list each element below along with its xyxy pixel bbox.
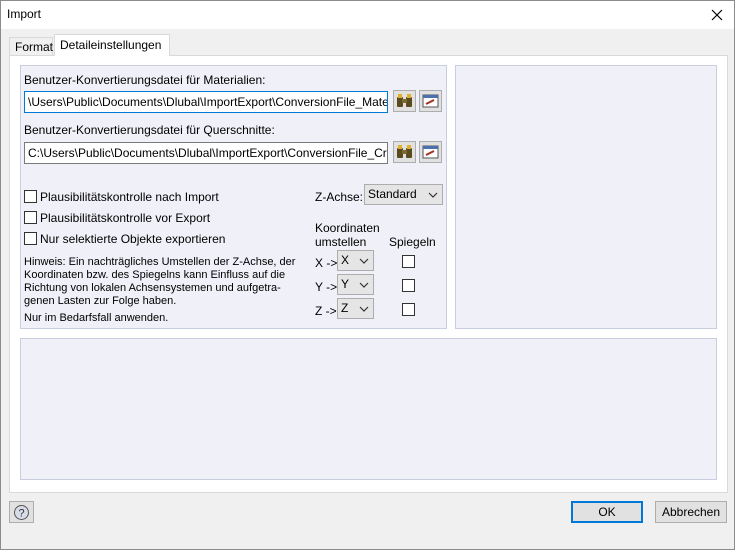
hint-line: Hinweis: Ein nachträgliches Umstellen de… <box>24 256 296 268</box>
import-dialog: Import Format Detaileinstellungen Benutz… <box>0 0 735 550</box>
coord-x-value: X <box>341 253 350 267</box>
close-icon <box>711 9 723 21</box>
coords-header: Koordinaten umstellen <box>315 221 380 249</box>
coords-header-line: Koordinaten <box>315 221 380 235</box>
hint-text: Hinweis: Ein nachträgliches Umstellen de… <box>24 256 295 308</box>
hint-line: genen Lasten zur Folge haben. <box>24 295 177 307</box>
coord-y-label: Y -> <box>315 280 338 294</box>
materials-browse-button[interactable] <box>393 90 416 112</box>
help-button[interactable]: ? <box>9 501 34 523</box>
info-panel <box>20 338 717 480</box>
coord-y-select[interactable]: Y <box>337 274 374 295</box>
coord-z-select[interactable]: Z <box>337 298 374 319</box>
crosssections-edit-button[interactable] <box>419 141 442 163</box>
mirror-y-checkbox[interactable] <box>402 279 415 292</box>
z-axis-select[interactable]: Standard <box>364 184 443 205</box>
crosssections-label: Benutzer-Konvertierungsdatei für Quersch… <box>24 123 275 137</box>
file-edit-icon <box>422 94 439 108</box>
title-bar: Import <box>1 1 734 29</box>
preview-panel <box>455 65 717 329</box>
z-axis-value: Standard <box>368 187 417 201</box>
help-icon: ? <box>14 504 29 520</box>
materials-label: Benutzer-Konvertierungsdatei für Materia… <box>24 73 266 87</box>
chevron-down-icon <box>359 258 369 264</box>
selected-only-checkbox[interactable] <box>24 232 37 245</box>
file-edit-icon <box>422 145 439 159</box>
chevron-down-icon <box>359 306 369 312</box>
materials-edit-button[interactable] <box>419 90 442 112</box>
binoculars-icon <box>397 94 412 107</box>
coord-y-value: Y <box>341 277 350 291</box>
mirror-z-checkbox[interactable] <box>402 303 415 316</box>
plausibility-import-label: Plausibilitätskontrolle nach Import <box>40 190 219 204</box>
plausibility-export-label: Plausibilitätskontrolle vor Export <box>40 211 211 225</box>
crosssections-path-field[interactable]: C:\Users\Public\Documents\Dlubal\ImportE… <box>24 142 388 164</box>
ok-button[interactable]: OK <box>571 501 643 523</box>
binoculars-icon <box>397 145 412 158</box>
chevron-down-icon <box>359 282 369 288</box>
z-axis-label: Z-Achse: <box>315 190 364 204</box>
chevron-down-icon <box>428 192 438 198</box>
tab-page-detaileinstellungen: Benutzer-Konvertierungsdatei für Materia… <box>9 55 728 493</box>
plausibility-import-checkbox[interactable] <box>24 190 37 203</box>
coord-x-select[interactable]: X <box>337 250 374 271</box>
settings-panel: Benutzer-Konvertierungsdatei für Materia… <box>20 65 447 329</box>
crosssections-browse-button[interactable] <box>393 141 416 163</box>
tab-detaileinstellungen[interactable]: Detaileinstellungen <box>54 34 170 56</box>
tab-format[interactable]: Format <box>9 37 53 56</box>
hint-note: Nur im Bedarfsfall anwenden. <box>24 312 169 324</box>
plausibility-export-checkbox[interactable] <box>24 211 37 224</box>
mirror-header: Spiegeln <box>389 235 436 249</box>
cancel-button[interactable]: Abbrechen <box>655 501 727 523</box>
mirror-x-checkbox[interactable] <box>402 255 415 268</box>
coord-z-value: Z <box>341 301 349 315</box>
svg-text:?: ? <box>18 507 24 519</box>
selected-only-label: Nur selektierte Objekte exportieren <box>40 232 226 246</box>
coord-z-label: Z -> <box>315 304 337 318</box>
coord-x-label: X -> <box>315 256 338 270</box>
hint-line: Koordinaten bzw. des Spiegelns kann Einf… <box>24 269 286 281</box>
close-button[interactable] <box>700 1 734 29</box>
window-title: Import <box>7 7 42 21</box>
hint-line: Richtung von lokalen Achsensystemen und … <box>24 282 281 294</box>
materials-path-field[interactable]: \Users\Public\Documents\Dlubal\ImportExp… <box>24 91 388 113</box>
coords-header-line: umstellen <box>315 235 367 249</box>
